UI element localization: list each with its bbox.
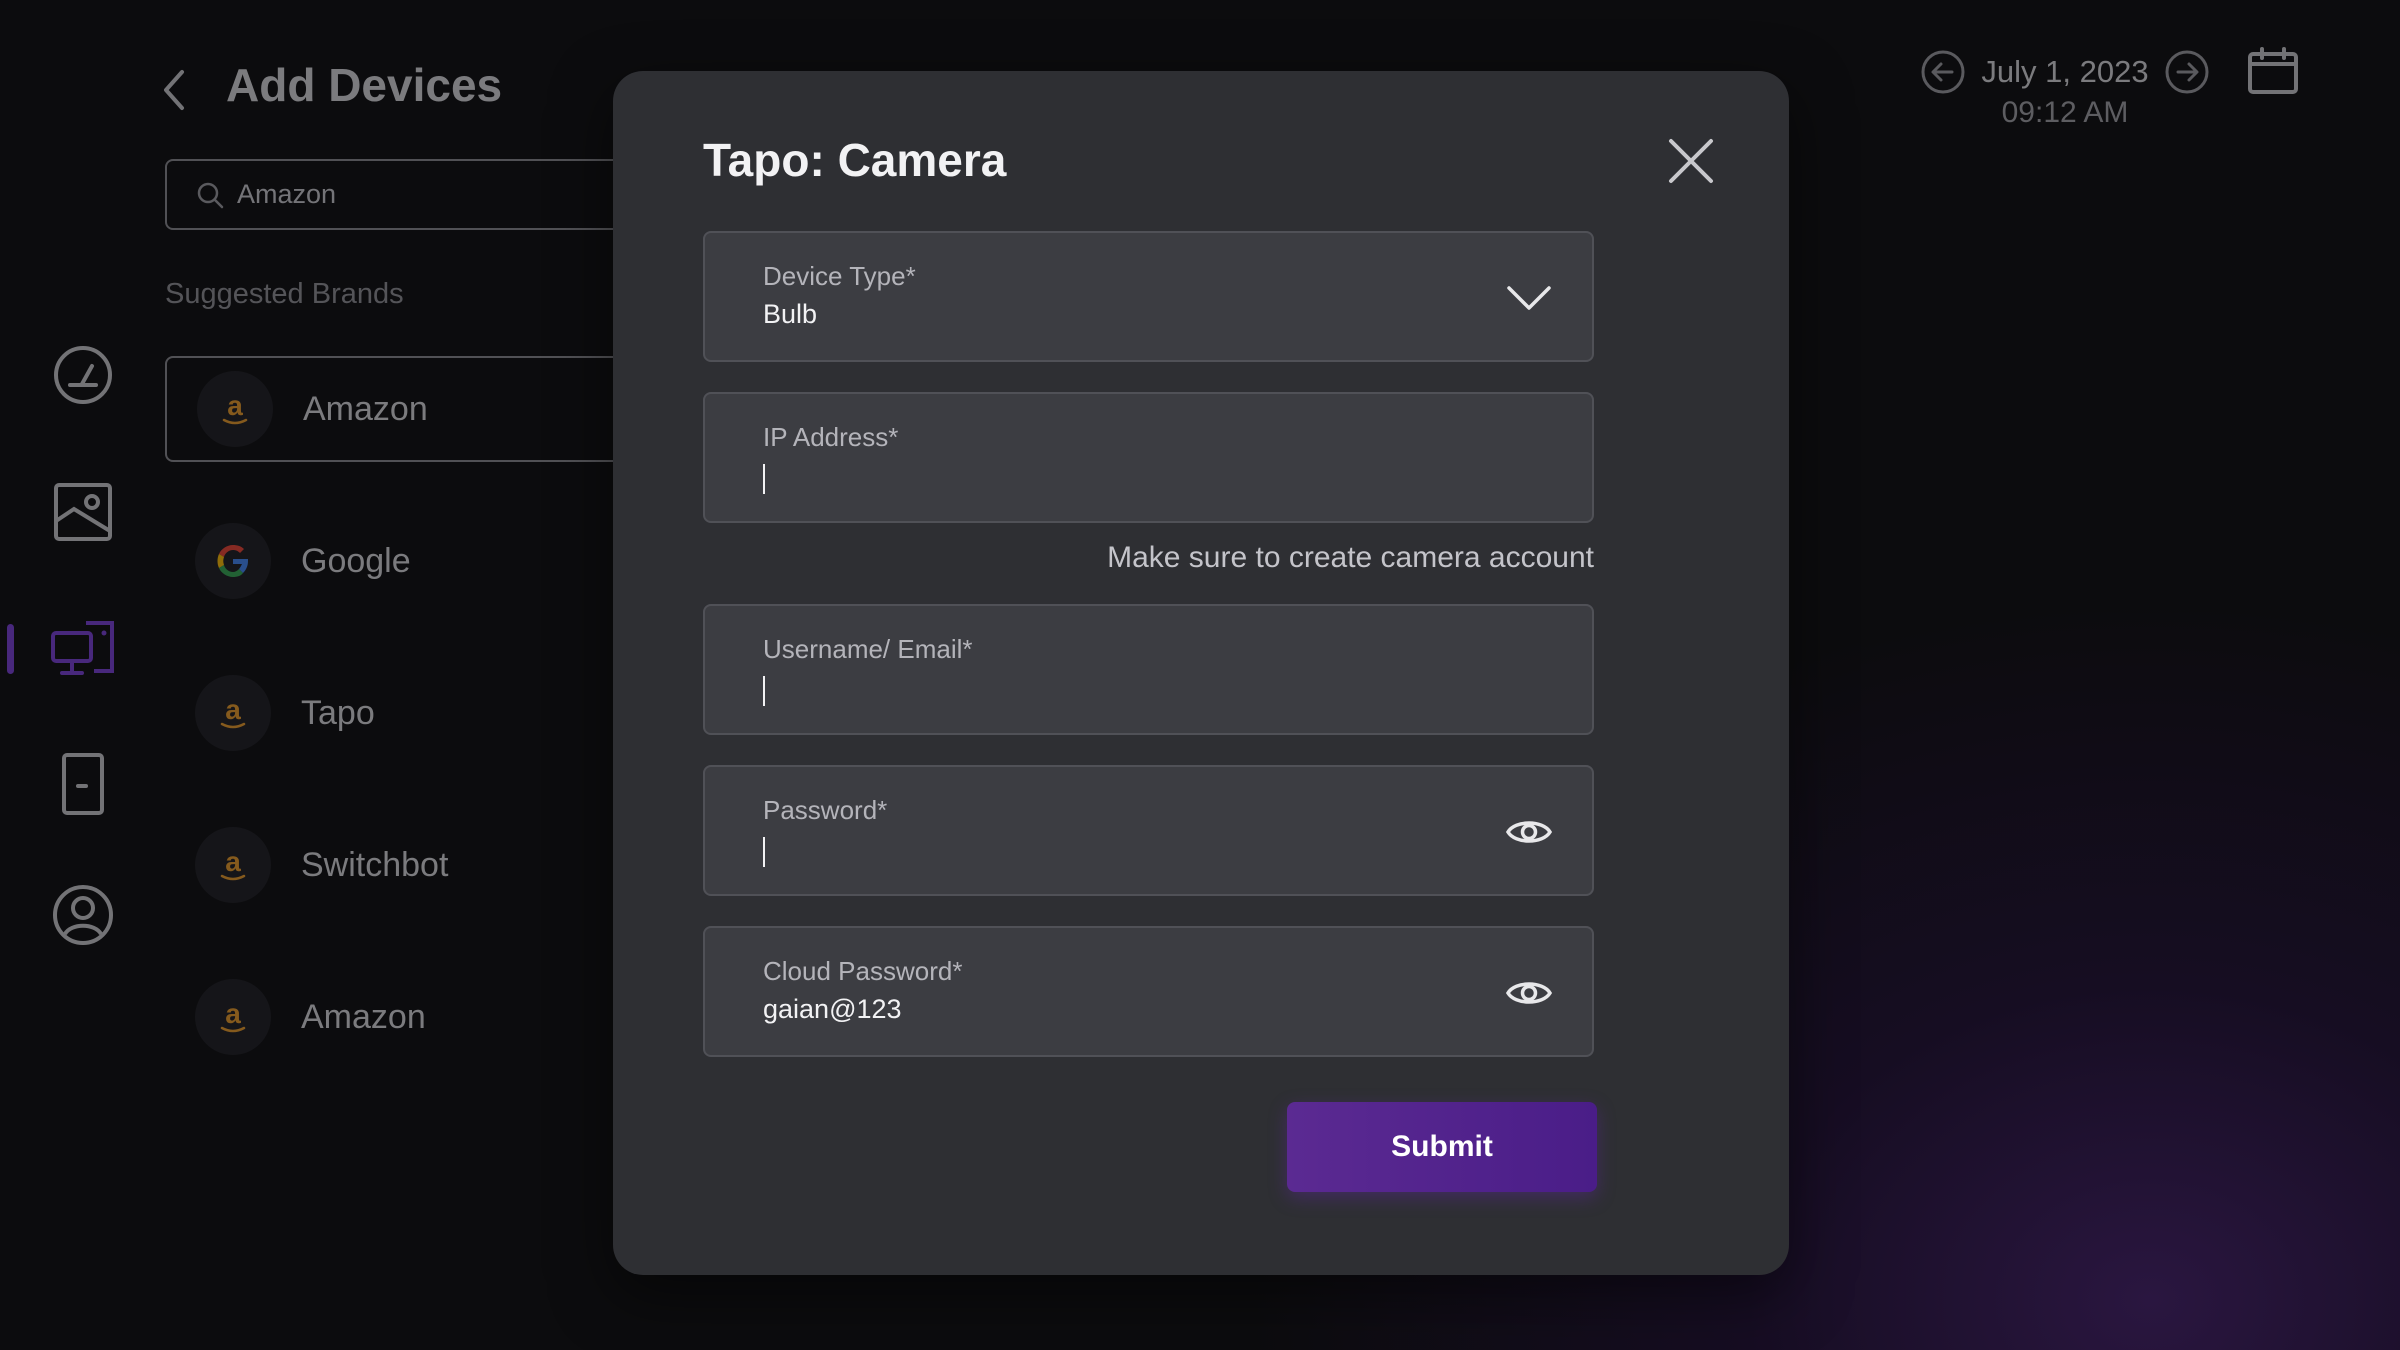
- arrow-left-circle-icon[interactable]: [1920, 49, 1966, 95]
- brand-item-amazon-2[interactable]: a Amazon: [165, 964, 685, 1070]
- amazon-logo-icon: a: [197, 371, 273, 447]
- submit-button[interactable]: Submit: [1287, 1102, 1597, 1192]
- profile-icon: [53, 885, 113, 945]
- device-type-select[interactable]: Device Type* Bulb: [703, 231, 1594, 362]
- nav-dashboard[interactable]: [48, 340, 118, 410]
- door-icon: [62, 753, 104, 815]
- brand-name: Switchbot: [301, 845, 449, 884]
- search-icon: [197, 182, 224, 208]
- current-date: July 1, 2023: [1981, 54, 2149, 89]
- amazon-logo-icon: a: [195, 979, 271, 1055]
- camera-account-hint: Make sure to create camera account: [1107, 541, 1594, 574]
- brand-item-google[interactable]: Google: [165, 508, 685, 614]
- username-email-field[interactable]: Username/ Email*: [703, 604, 1594, 735]
- google-logo-icon: [195, 523, 271, 599]
- cloud-password-value: gaian@123: [763, 994, 902, 1024]
- text-cursor: [763, 837, 765, 867]
- text-cursor: [763, 464, 765, 494]
- svg-text:a: a: [225, 694, 241, 725]
- cloud-password-label: Cloud Password*: [763, 956, 963, 986]
- chevron-left-icon: [164, 70, 184, 110]
- svg-text:a: a: [227, 390, 243, 421]
- nav-gallery[interactable]: [48, 477, 118, 547]
- devices-icon: [51, 621, 114, 675]
- brand-item-tapo[interactable]: a Tapo: [165, 660, 685, 766]
- close-icon: [1669, 139, 1713, 183]
- ip-address-field[interactable]: IP Address*: [703, 392, 1594, 523]
- back-button[interactable]: [150, 60, 198, 120]
- dashboard-gauge-icon: [54, 346, 112, 404]
- nav-active-indicator: [7, 624, 14, 674]
- amazon-logo-icon: a: [195, 827, 271, 903]
- username-email-label: Username/ Email*: [763, 634, 973, 664]
- device-type-label: Device Type*: [763, 261, 916, 291]
- search-box[interactable]: [165, 159, 685, 230]
- device-type-value: Bulb: [763, 299, 818, 329]
- date-navigator: July 1, 2023: [1920, 48, 2210, 96]
- text-cursor: [763, 676, 765, 706]
- dropdown-toggle[interactable]: [1504, 273, 1554, 323]
- calendar-icon: [2248, 47, 2298, 94]
- nav-door[interactable]: [48, 749, 118, 819]
- password-label: Password*: [763, 795, 888, 825]
- search-input[interactable]: [237, 179, 597, 210]
- brand-name: Amazon: [301, 997, 426, 1036]
- page-title: Add Devices: [226, 59, 503, 111]
- toggle-cloud-password-visibility[interactable]: [1504, 968, 1554, 1018]
- svg-text:a: a: [225, 846, 241, 877]
- chevron-down-icon: [1507, 286, 1551, 310]
- device-setup-modal: Tapo: Camera Device Type* Bulb IP Addres…: [613, 71, 1789, 1275]
- brand-name: Google: [301, 541, 411, 580]
- nav-devices[interactable]: [48, 614, 118, 684]
- password-field[interactable]: Password*: [703, 765, 1594, 896]
- calendar-button[interactable]: [2246, 46, 2300, 96]
- nav-profile[interactable]: [48, 880, 118, 950]
- cloud-password-field[interactable]: Cloud Password* gaian@123: [703, 926, 1594, 1057]
- current-time: 09:12 AM: [2001, 96, 2129, 129]
- ip-address-label: IP Address*: [763, 422, 899, 452]
- arrow-right-circle-icon[interactable]: [2164, 49, 2210, 95]
- amazon-logo-icon: a: [195, 675, 271, 751]
- brand-name: Amazon: [303, 389, 428, 428]
- modal-title: Tapo: Camera: [703, 134, 1007, 186]
- close-button[interactable]: [1661, 131, 1721, 191]
- svg-text:a: a: [225, 998, 241, 1029]
- eye-icon: [1505, 821, 1553, 843]
- brand-item-switchbot[interactable]: a Switchbot: [165, 812, 685, 918]
- toggle-password-visibility[interactable]: [1504, 807, 1554, 857]
- suggested-brands-label: Suggested Brands: [165, 278, 404, 310]
- gallery-icon: [54, 483, 112, 541]
- nav-rail: [0, 0, 160, 1350]
- brand-item-amazon[interactable]: a Amazon: [165, 356, 685, 462]
- eye-icon: [1505, 982, 1553, 1004]
- brand-name: Tapo: [301, 693, 375, 732]
